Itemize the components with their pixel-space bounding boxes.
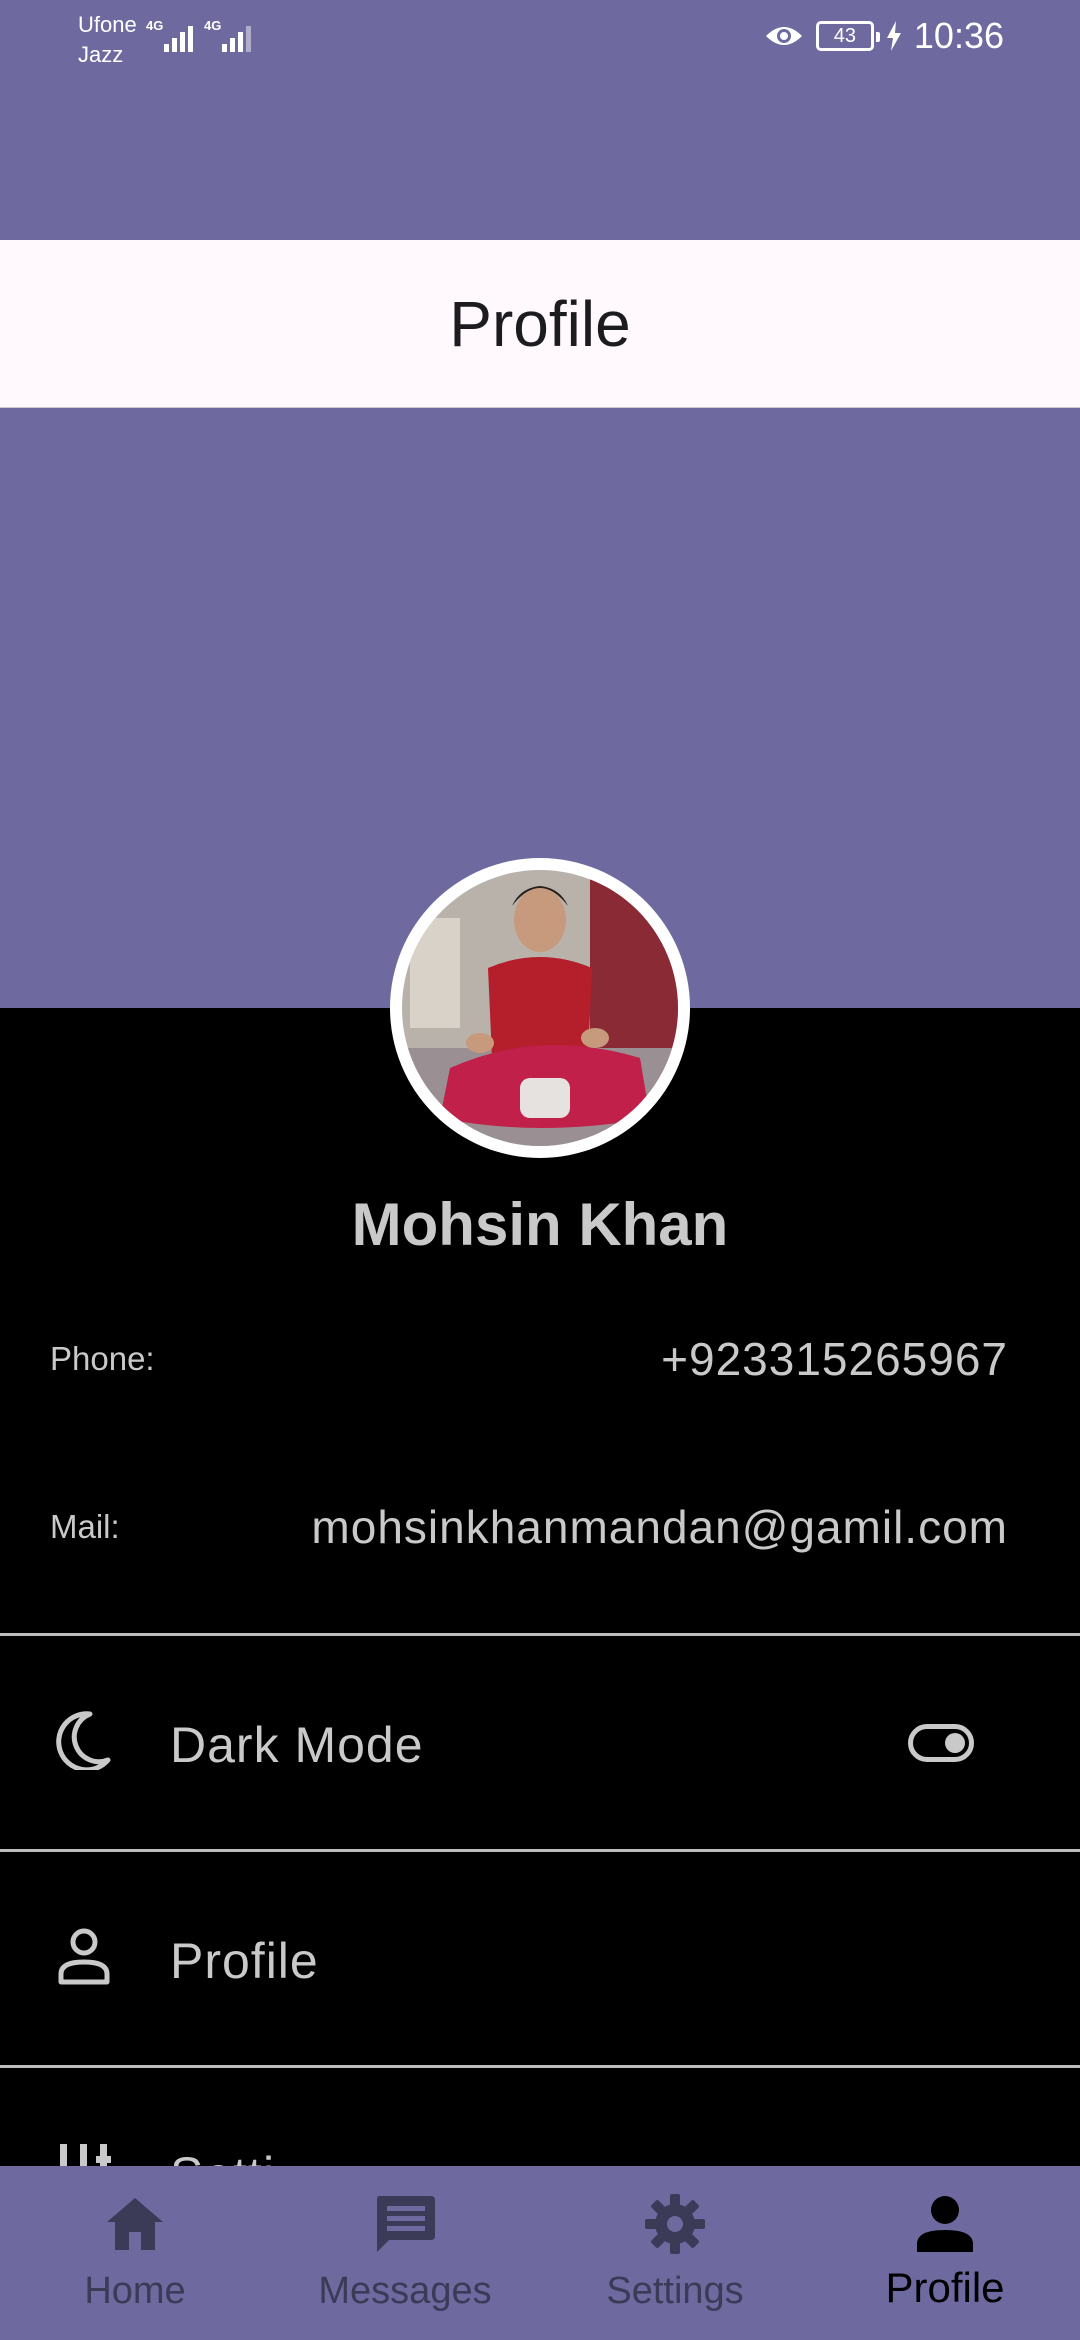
nav-settings[interactable]: Settings	[540, 2166, 810, 2340]
mail-label: Mail:	[50, 1508, 120, 1545]
person-icon	[917, 2196, 973, 2252]
mail-value: mohsinkhanmandan@gamil.com	[311, 1501, 1008, 1553]
status-bar: Ufone Jazz 4G 4G 43 10:36	[0, 0, 1080, 240]
charging-icon	[886, 21, 901, 51]
carrier-1: Ufone	[78, 12, 137, 37]
nav-profile[interactable]: Profile	[810, 2166, 1080, 2340]
phone-label: Phone:	[50, 1340, 155, 1377]
nav-home-label: Home	[84, 2270, 186, 2312]
eye-icon	[765, 27, 802, 45]
moon-icon	[56, 1711, 111, 1770]
status-right: 43 10:36	[764, 14, 1004, 58]
dark-mode-toggle[interactable]	[908, 1724, 974, 1762]
nav-home[interactable]: Home	[0, 2166, 270, 2340]
clock: 10:36	[913, 15, 1004, 56]
page-title: Profile	[449, 287, 631, 360]
nav-profile-label: Profile	[885, 2264, 1005, 2311]
profile-row[interactable]: Profile	[0, 1852, 1080, 2064]
phone-value: +923315265967	[661, 1333, 1008, 1385]
home-icon	[107, 2198, 163, 2250]
battery-icon: 43	[815, 21, 880, 51]
person-outline-icon	[58, 1928, 110, 1985]
profile-label: Profile	[170, 1933, 319, 1989]
nav-messages[interactable]: Messages	[270, 2166, 540, 2340]
carrier-2: Jazz	[78, 42, 124, 67]
user-name: Mohsin Khan	[351, 1191, 729, 1258]
signal-icon: 4G	[204, 18, 252, 52]
bottom-navigation: Home Messages Settings Profile	[0, 2166, 1080, 2340]
dark-mode-label: Dark Mode	[170, 1717, 424, 1773]
app-bar: Profile	[0, 240, 1080, 408]
gear-icon	[645, 2194, 705, 2254]
carrier-names: Ufone Jazz	[78, 10, 137, 70]
signal-icon: 4G	[146, 18, 194, 52]
avatar-photo	[402, 870, 678, 1146]
nav-messages-label: Messages	[318, 2270, 492, 2312]
nav-settings-label: Settings	[606, 2270, 744, 2312]
dark-mode-row[interactable]: Dark Mode	[0, 1636, 1080, 1848]
signal-indicators: 4G 4G	[146, 18, 252, 52]
avatar[interactable]	[390, 858, 690, 1158]
message-icon	[377, 2196, 435, 2252]
